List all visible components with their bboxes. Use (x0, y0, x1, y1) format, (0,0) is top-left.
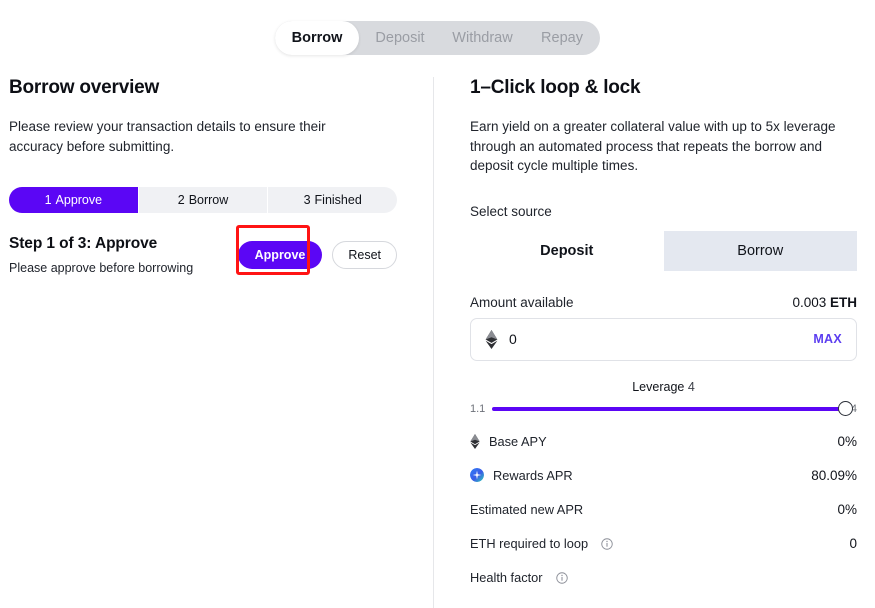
tab-borrow[interactable]: Borrow (275, 21, 359, 55)
loop-lock-title: 1–Click loop & lock (470, 77, 641, 98)
amount-input-wrapper[interactable]: MAX (470, 317, 857, 361)
amount-input[interactable] (509, 331, 814, 348)
eth-required-value: 0 (849, 535, 857, 551)
step-finished[interactable]: 3 Finished (268, 187, 397, 213)
leverage-label: Leverage (632, 379, 685, 394)
amount-available-value: 0.003 ETH (792, 295, 857, 310)
base-apy-label: Base APY (489, 433, 547, 449)
estimated-apr-label: Estimated new APR (470, 501, 584, 517)
leverage-caption: Leverage 4 (470, 380, 857, 394)
rewards-icon (470, 468, 484, 483)
rewards-apr-left: Rewards APR (470, 468, 573, 483)
leverage-slider[interactable]: 1.1 4 (470, 400, 857, 416)
borrow-overview-panel: Borrow overview Please review your trans… (0, 77, 433, 608)
reset-button[interactable]: Reset (332, 241, 397, 270)
tab-repay[interactable]: Repay (524, 21, 600, 55)
amount-available-row: Amount available 0.003 ETH (470, 295, 857, 310)
progress-stepper: 1 Approve 2 Borrow 3 Finished (9, 187, 397, 214)
loop-lock-description: Earn yield on a greater collateral value… (470, 119, 836, 174)
source-tab-borrow[interactable]: Borrow (663, 230, 857, 271)
stat-row-base-apy: Base APY 0% (470, 433, 857, 449)
segmented-control[interactable]: Borrow Deposit Withdraw Repay (275, 21, 600, 55)
step-detail-row: Step 1 of 3: Approve Please approve befo… (9, 225, 397, 276)
step-approve-number: 1 (44, 193, 52, 208)
info-icon[interactable] (601, 538, 613, 550)
page-title: Borrow overview (9, 77, 160, 98)
eth-required-label: ETH required to loop (470, 535, 589, 551)
approve-button[interactable]: Approve (237, 241, 323, 270)
source-tab-deposit[interactable]: Deposit (470, 230, 664, 271)
base-apy-value: 0% (837, 433, 857, 449)
max-button[interactable]: MAX (813, 332, 842, 346)
eth-icon (485, 329, 498, 349)
base-apy-left: Base APY (470, 433, 547, 449)
slider-track[interactable] (492, 400, 853, 416)
stat-row-rewards-apr: Rewards APR 80.09% (470, 468, 857, 483)
rewards-apr-value: 80.09% (811, 467, 857, 483)
estimated-apr-value: 0% (837, 501, 857, 517)
step-subtext: Please approve before borrowing (9, 261, 194, 276)
top-tabbar: Borrow Deposit Withdraw Repay (0, 0, 875, 55)
info-icon[interactable] (555, 572, 568, 584)
rewards-apr-label: Rewards APR (493, 467, 573, 483)
tab-withdraw[interactable]: Withdraw (441, 21, 524, 55)
slider-thumb[interactable] (837, 400, 853, 416)
eth-required-left: ETH required to loop (470, 536, 613, 551)
step-borrow-label: Borrow (188, 193, 229, 208)
leverage-value: 4 (687, 379, 695, 394)
amount-available-number: 0.003 (792, 294, 827, 310)
step-borrow[interactable]: 2 Borrow (139, 187, 269, 214)
step-approve-label: Approve (55, 193, 103, 208)
stat-row-estimated-new-apr: Estimated new APR 0% (470, 502, 857, 517)
main-content: Borrow overview Please review your trans… (0, 77, 875, 608)
overview-description: Please review your transaction details t… (9, 119, 326, 154)
stat-row-eth-required: ETH required to loop 0 (470, 536, 857, 551)
estimated-apr-left: Estimated new APR (470, 502, 583, 517)
source-tabs: Deposit Borrow (470, 230, 857, 271)
step-heading: Step 1 of 3: Approve (9, 235, 158, 253)
amount-available-label: Amount available (470, 294, 574, 310)
step-finished-label: Finished (314, 193, 362, 208)
step-borrow-number: 2 (177, 193, 185, 208)
step-finished-number: 3 (303, 193, 311, 208)
select-source-label: Select source (470, 203, 552, 219)
stat-row-health-factor: Health factor (470, 570, 857, 585)
health-factor-label: Health factor (470, 569, 543, 585)
loop-and-lock-panel: 1–Click loop & lock Earn yield on a grea… (434, 77, 875, 608)
step-action-buttons: Approve Reset (235, 225, 397, 276)
step-approve[interactable]: 1 Approve (9, 187, 139, 214)
step-detail-text: Step 1 of 3: Approve Please approve befo… (9, 235, 193, 275)
slider-min-label: 1.1 (470, 402, 486, 415)
health-factor-left: Health factor (470, 570, 568, 585)
amount-available-unit: ETH (830, 294, 857, 310)
eth-icon (470, 433, 480, 449)
tab-deposit[interactable]: Deposit (359, 21, 441, 55)
